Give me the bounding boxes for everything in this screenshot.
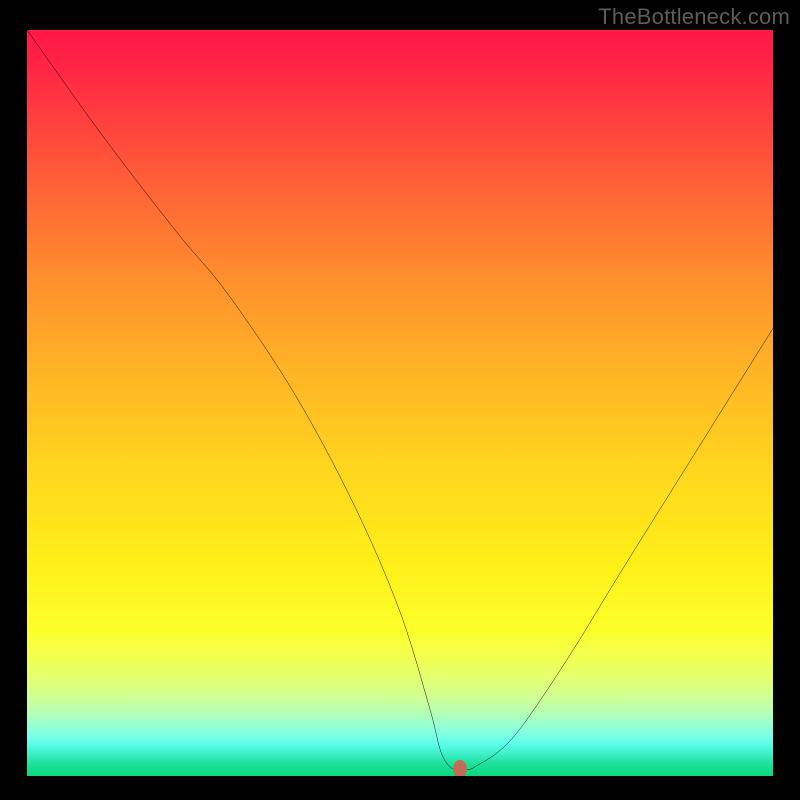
optimum-marker xyxy=(453,760,467,776)
attribution-text: TheBottleneck.com xyxy=(598,4,790,30)
bottleneck-curve xyxy=(27,30,773,776)
chart-frame: TheBottleneck.com xyxy=(0,0,800,800)
plot-area xyxy=(27,30,773,776)
curve-path xyxy=(27,30,773,770)
